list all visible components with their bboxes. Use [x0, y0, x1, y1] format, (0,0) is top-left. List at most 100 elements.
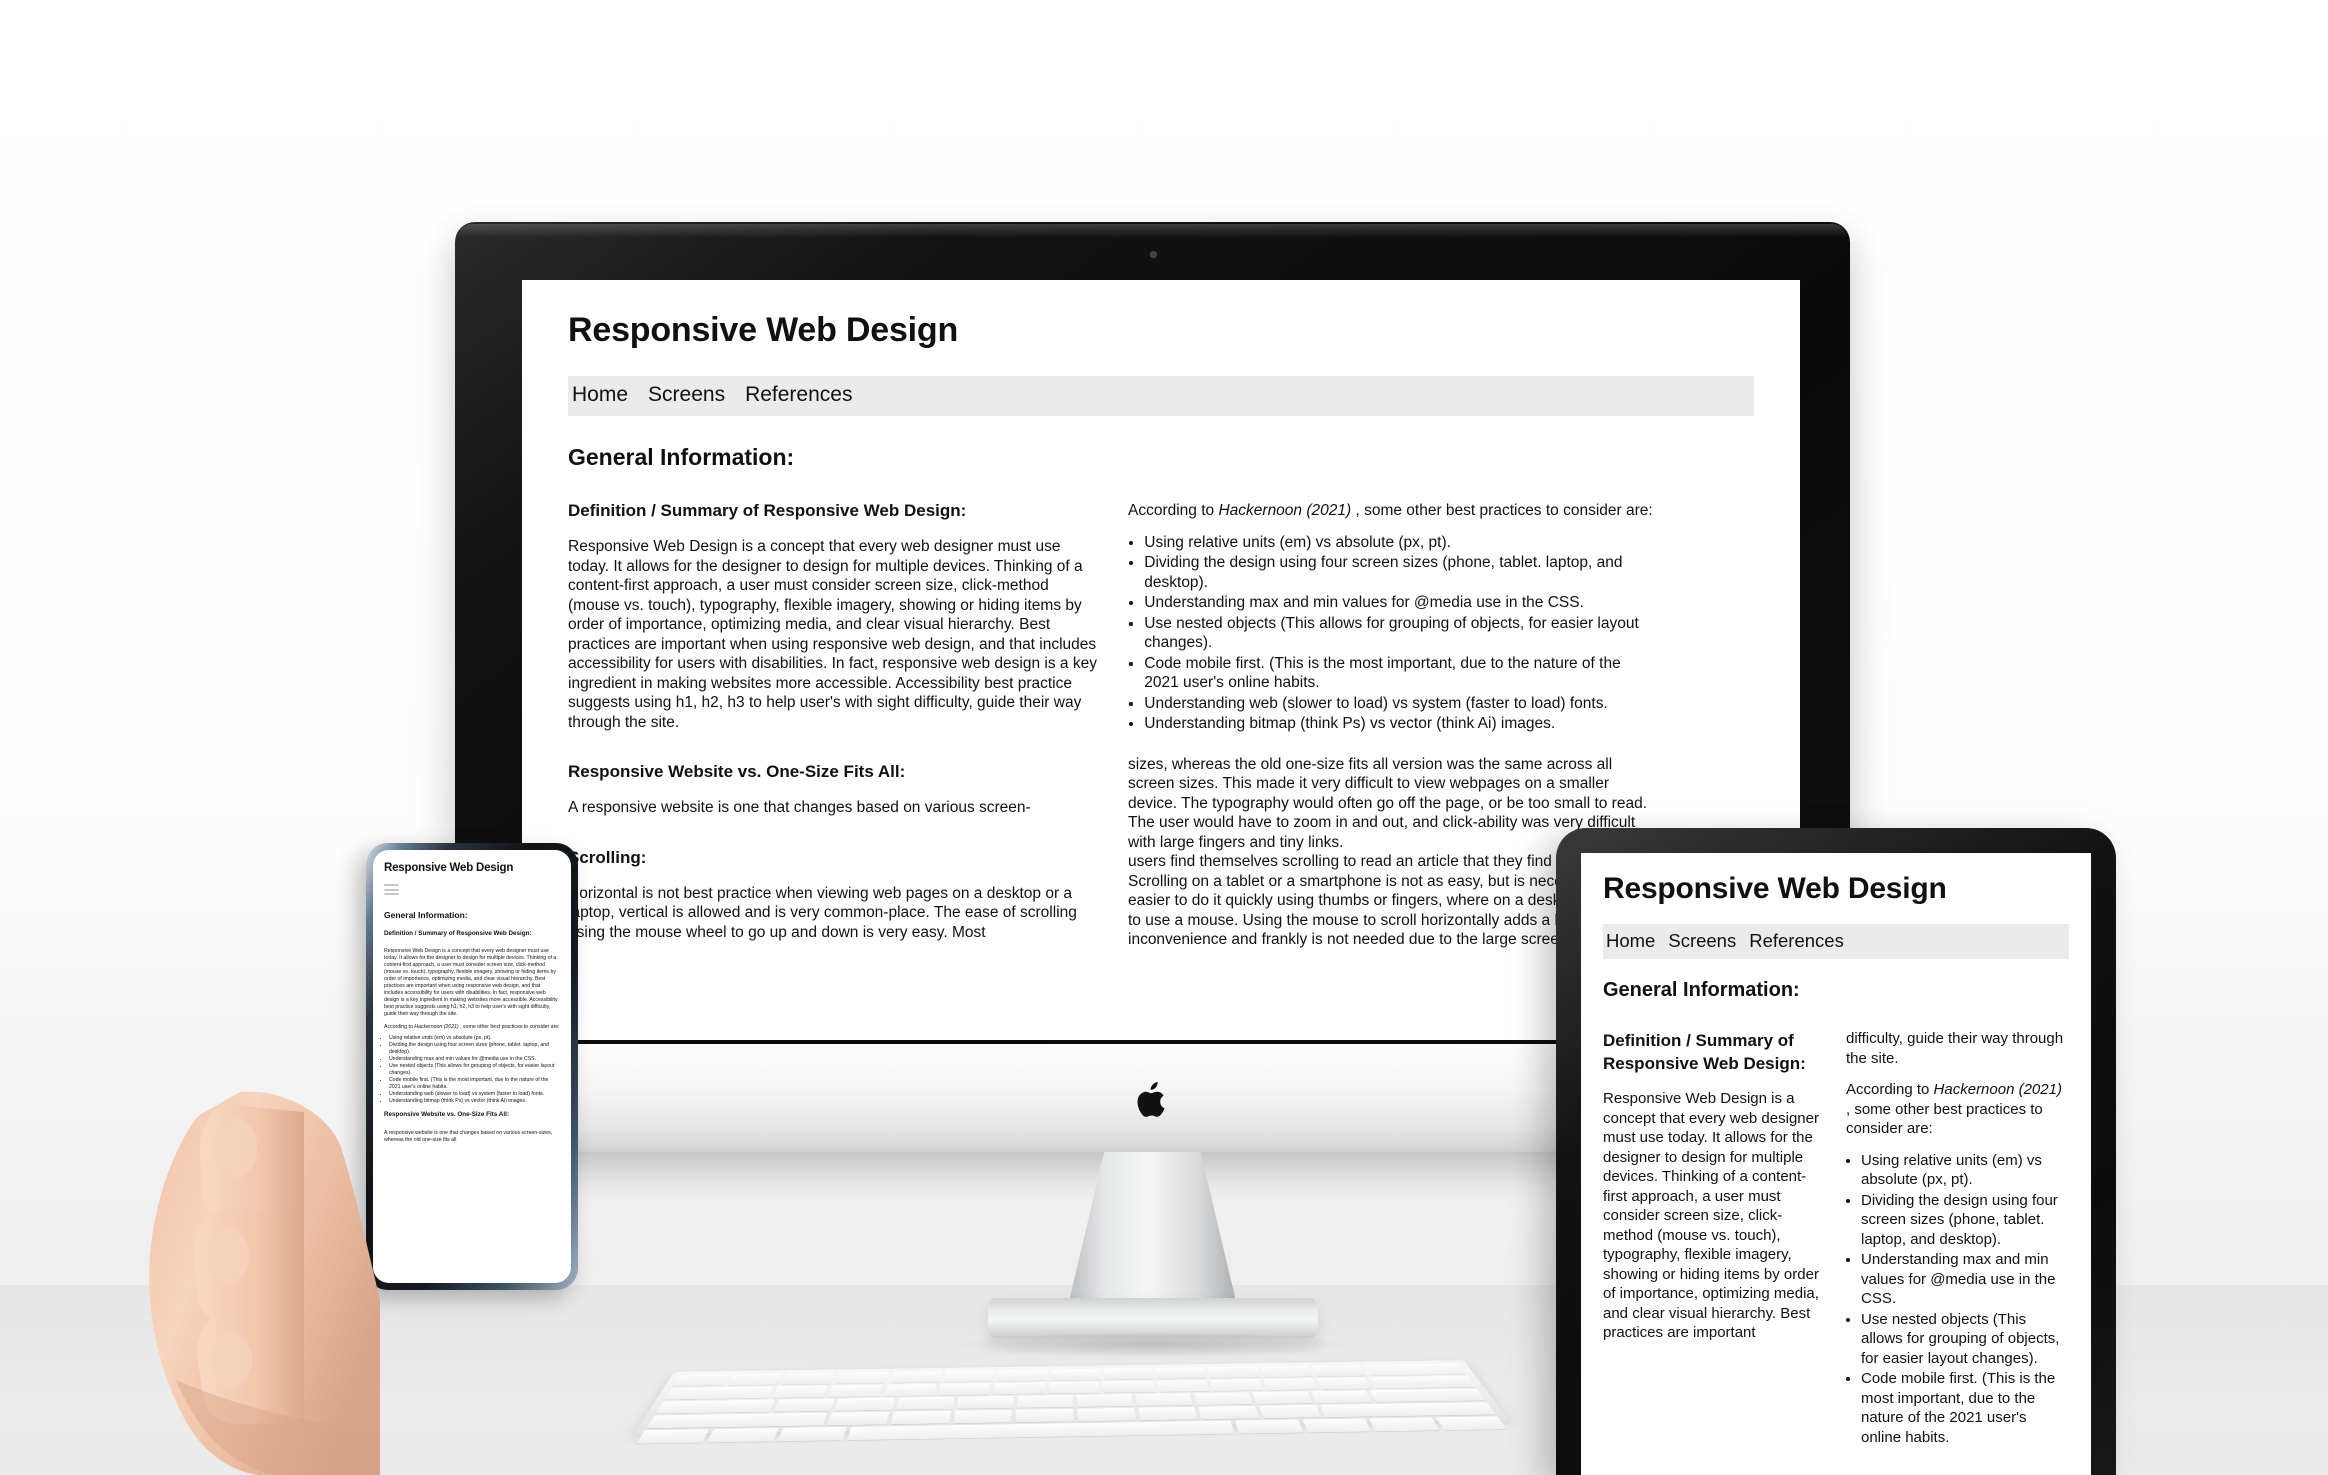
keyboard-key[interactable]: [943, 1370, 995, 1383]
paragraph-definition: Responsive Web Design is a concept that …: [1603, 1090, 1819, 1341]
keyboard-key[interactable]: [664, 1386, 774, 1400]
nav-item-home[interactable]: Home: [572, 383, 628, 407]
keyboard-key[interactable]: [1051, 1368, 1101, 1381]
keyboard-key[interactable]: [1369, 1417, 1440, 1432]
keyboard-key[interactable]: [1319, 1402, 1497, 1418]
keyboard-key[interactable]: [727, 1373, 783, 1386]
keyboard-key[interactable]: [1015, 1408, 1074, 1423]
list-item: Understanding max and min values for @me…: [1861, 1250, 2068, 1309]
keyboard-key[interactable]: [1263, 1378, 1318, 1391]
two-column-layout: Definition / Summary of Responsive Web D…: [1603, 1029, 2069, 1448]
keyboard-key[interactable]: [835, 1371, 889, 1384]
keyboard-key[interactable]: [1369, 1388, 1486, 1403]
keyboard-key[interactable]: [706, 1428, 779, 1443]
best-practices-list: Using relative units (em) vs absolute (p…: [1128, 533, 1658, 734]
keyboard-key[interactable]: [1207, 1366, 1260, 1379]
keyboard-key[interactable]: [1155, 1367, 1207, 1379]
list-item: Using relative units (em) vs absolute (p…: [1144, 533, 1658, 553]
nav-item-home[interactable]: Home: [1606, 930, 1655, 952]
list-item: Understanding web (slower to load) vs sy…: [1144, 694, 1658, 714]
keyboard-key[interactable]: [1210, 1378, 1264, 1392]
keyboard-key[interactable]: [827, 1384, 883, 1398]
keyboard-key[interactable]: [1316, 1377, 1373, 1390]
keyboard-key[interactable]: [1138, 1406, 1198, 1421]
tablet-webpage: Responsive Web Design Home Screens Refer…: [1581, 853, 2091, 1475]
keyboard-key[interactable]: [1156, 1379, 1210, 1392]
keyboard-key[interactable]: [1311, 1390, 1372, 1404]
keyboard-key[interactable]: [1363, 1363, 1467, 1376]
keyboard-key[interactable]: [1102, 1380, 1155, 1393]
keyboard-key[interactable]: [1076, 1394, 1134, 1407]
phone-webpage: Responsive Web Design General Informatio…: [373, 850, 571, 1283]
keyboard-key[interactable]: [890, 1371, 942, 1383]
nav-item-references[interactable]: References: [1749, 930, 1844, 952]
according-prefix: According to: [1128, 502, 1219, 519]
keyboard-key[interactable]: [646, 1412, 828, 1429]
left-column: Definition / Summary of Responsive Web D…: [1603, 1029, 1825, 1448]
keyboard-key[interactable]: [1194, 1392, 1253, 1405]
paragraph-according-to: According to Hackernoon (2021) , some ot…: [1128, 501, 1658, 521]
keyboard-key[interactable]: [890, 1410, 951, 1425]
according-suffix: , some other best practices to consider …: [1351, 502, 1653, 519]
list-item: Using relative units (em) vs absolute (p…: [1861, 1151, 2068, 1190]
nav-item-screens[interactable]: Screens: [1668, 930, 1736, 952]
heading-definition: Definition / Summary of Responsive Web D…: [1603, 1031, 1806, 1073]
keyboard-key[interactable]: [997, 1369, 1048, 1382]
keyboard-key[interactable]: [1311, 1364, 1366, 1377]
keyboard-key[interactable]: [994, 1382, 1045, 1395]
keyboard-key[interactable]: [773, 1398, 835, 1412]
keyboard-key[interactable]: [781, 1372, 836, 1385]
heading-definition: Definition / Summary of Responsive Web D…: [568, 501, 967, 520]
keyboard-key[interactable]: [1135, 1393, 1194, 1406]
keyboard-key[interactable]: [1048, 1381, 1100, 1394]
keyboard-key[interactable]: [1369, 1375, 1476, 1389]
keyboard-key[interactable]: [1259, 1365, 1313, 1378]
right-column: difficulty, guide their way through the …: [1846, 1029, 2068, 1448]
list-item: Understanding web (slower to load) vs sy…: [389, 1091, 560, 1098]
hamburger-menu-icon[interactable]: [384, 884, 399, 895]
keyboard-key[interactable]: [953, 1409, 1013, 1424]
keyboard-key[interactable]: [1259, 1404, 1322, 1419]
apple-logo-icon: [1137, 1082, 1164, 1117]
tablet: Responsive Web Design Home Screens Refer…: [1556, 828, 2116, 1475]
best-practices-list: Using relative units (em) vs absolute (p…: [1846, 1151, 2068, 1448]
keyboard-key[interactable]: [827, 1411, 890, 1426]
apple-keyboard[interactable]: [633, 1360, 1509, 1444]
keyboard-key[interactable]: [1016, 1394, 1073, 1408]
keyboard-key[interactable]: [772, 1385, 828, 1398]
keyboard-key[interactable]: [655, 1399, 776, 1414]
keyboard-key[interactable]: [1077, 1407, 1136, 1422]
keyboard-key[interactable]: [1199, 1405, 1260, 1420]
keyboard-key[interactable]: [673, 1374, 730, 1387]
section-heading: General Information:: [1603, 979, 1800, 1001]
keyboard-key[interactable]: [938, 1383, 991, 1396]
keyboard-key[interactable]: [636, 1429, 710, 1444]
keyboard-key[interactable]: [956, 1395, 1014, 1409]
nav-item-references[interactable]: References: [745, 383, 852, 407]
paragraph-according-to: According to Hackernoon (2021) , some ot…: [384, 1024, 560, 1031]
list-item: Understanding bitmap (think Ps) vs vecto…: [389, 1098, 560, 1105]
paragraph-definition: Responsive Web Design is a concept that …: [384, 948, 558, 1017]
according-suffix: , some other best practices to consider …: [1846, 1100, 2043, 1138]
nav-item-screens[interactable]: Screens: [648, 383, 725, 407]
according-prefix: According to: [1846, 1081, 1934, 1098]
page-title: Responsive Web Design: [384, 862, 514, 874]
list-item: Understanding max and min values for @me…: [389, 1056, 560, 1063]
list-item: Code mobile first. (This is the most imp…: [389, 1077, 560, 1091]
keyboard-key[interactable]: [777, 1426, 847, 1442]
heading-definition: Definition / Summary of Responsive Web D…: [384, 930, 532, 937]
keyboard-key[interactable]: [834, 1397, 895, 1411]
keyboard-key[interactable]: [1103, 1368, 1154, 1380]
citation-hackernoon: Hackernoon (2021): [1218, 502, 1352, 519]
keyboard-key[interactable]: [1235, 1419, 1304, 1434]
heading-responsive-vs-onesize: Responsive Website vs. One-Size Fits All…: [384, 1111, 509, 1119]
keyboard-key[interactable]: [895, 1396, 955, 1410]
list-item: Code mobile first. (This is the most imp…: [1861, 1369, 2068, 1447]
keyboard-key[interactable]: [1252, 1391, 1313, 1405]
paragraph-scrolling: Horizontal is not best practice when vie…: [568, 884, 1077, 941]
keyboard-key[interactable]: [1302, 1418, 1372, 1433]
keyboard-key[interactable]: [883, 1383, 937, 1397]
imac-stand-shadow: [952, 1332, 1353, 1358]
keyboard-key[interactable]: [1435, 1416, 1508, 1431]
list-item: Use nested objects (This allows for grou…: [1144, 614, 1658, 653]
